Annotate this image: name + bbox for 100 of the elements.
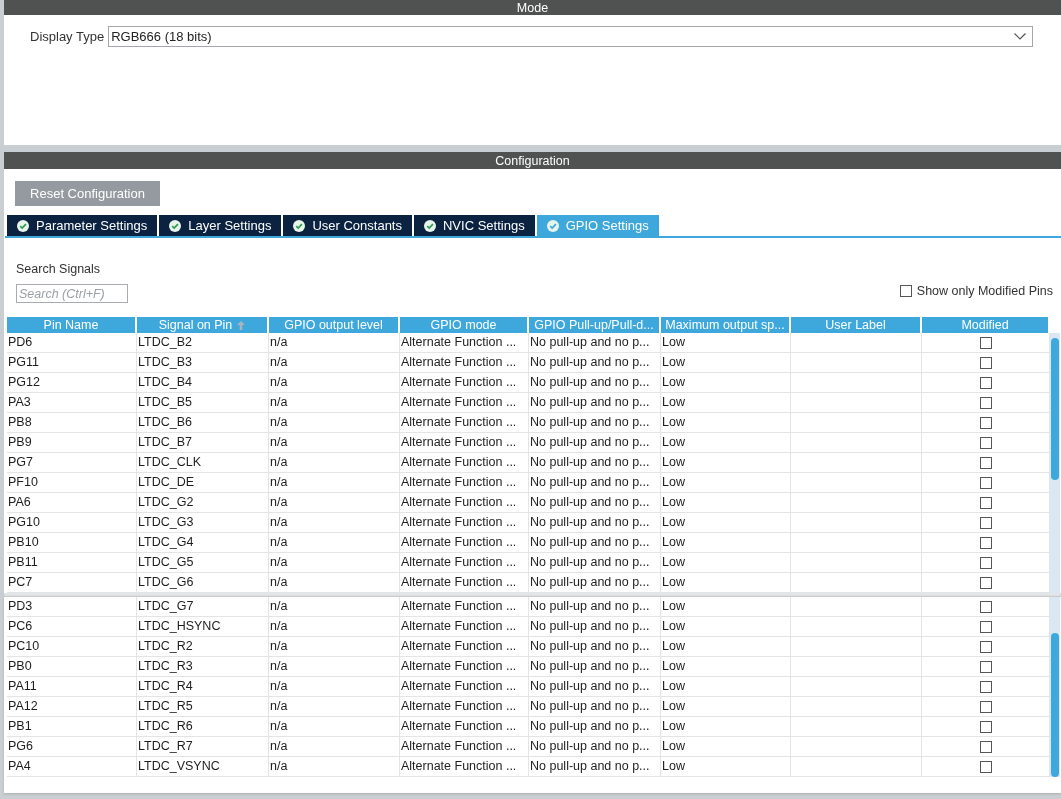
table-cell: Low bbox=[661, 617, 791, 637]
column-header[interactable]: Signal on Pin bbox=[137, 317, 269, 333]
table-cell: LTDC_B4 bbox=[137, 373, 269, 393]
checkbox[interactable] bbox=[979, 476, 992, 489]
table-cell: Low bbox=[661, 677, 791, 697]
tab[interactable]: User Constants bbox=[283, 215, 412, 236]
table-cell: n/a bbox=[269, 473, 400, 493]
table-cell: Low bbox=[661, 493, 791, 513]
checkbox[interactable] bbox=[979, 660, 992, 673]
column-header[interactable]: GPIO mode bbox=[400, 317, 529, 333]
table-cell: Low bbox=[661, 533, 791, 553]
column-header[interactable]: Maximum output sp... bbox=[661, 317, 791, 333]
table-cell: No pull-up and no p... bbox=[529, 717, 661, 737]
table-cell: n/a bbox=[269, 757, 400, 777]
table-cell: No pull-up and no p... bbox=[529, 353, 661, 373]
scrollbar-thumb[interactable] bbox=[1051, 633, 1059, 777]
table-cell: Low bbox=[661, 513, 791, 533]
table-cell: n/a bbox=[269, 433, 400, 453]
table-cell: No pull-up and no p... bbox=[529, 657, 661, 677]
table-cell: LTDC_B7 bbox=[137, 433, 269, 453]
table-cell: n/a bbox=[269, 637, 400, 657]
tab[interactable]: GPIO Settings bbox=[536, 215, 659, 236]
column-header[interactable]: GPIO output level bbox=[269, 317, 400, 333]
table-cell: n/a bbox=[269, 677, 400, 697]
checkbox[interactable] bbox=[979, 556, 992, 569]
table-cell: Low bbox=[661, 717, 791, 737]
check-circle-icon bbox=[546, 219, 559, 232]
checkbox[interactable] bbox=[979, 700, 992, 713]
table-cell: n/a bbox=[269, 333, 400, 353]
table-cell: Low bbox=[661, 433, 791, 453]
table-cell: Alternate Function ... bbox=[400, 597, 529, 617]
table-cell: Low bbox=[661, 757, 791, 777]
checkbox[interactable] bbox=[979, 740, 992, 753]
sort-arrow-icon bbox=[237, 320, 246, 330]
table-cell: PA6 bbox=[7, 493, 137, 513]
table-cell: LTDC_DE bbox=[137, 473, 269, 493]
checkbox[interactable] bbox=[979, 640, 992, 653]
table-cell: Low bbox=[661, 453, 791, 473]
table-cell: LTDC_G3 bbox=[137, 513, 269, 533]
section-header: Configuration bbox=[4, 152, 1061, 169]
scrollbar-thumb[interactable] bbox=[1051, 338, 1059, 480]
checkbox[interactable] bbox=[979, 396, 992, 409]
table-cell: No pull-up and no p... bbox=[529, 373, 661, 393]
tab[interactable]: Parameter Settings bbox=[7, 215, 158, 236]
table-cell: Alternate Function ... bbox=[400, 757, 529, 777]
column-header[interactable]: Modified bbox=[922, 317, 1050, 333]
table-cell: n/a bbox=[269, 373, 400, 393]
column-header[interactable]: GPIO Pull-up/Pull-d... bbox=[529, 317, 661, 333]
table-cell: Alternate Function ... bbox=[400, 373, 529, 393]
table-cell: LTDC_G2 bbox=[137, 493, 269, 513]
table-cell: LTDC_R7 bbox=[137, 737, 269, 757]
checkbox[interactable] bbox=[979, 356, 992, 369]
tab[interactable]: Layer Settings bbox=[159, 215, 282, 236]
table-cell: PB1 bbox=[7, 717, 137, 737]
table-cell: Alternate Function ... bbox=[400, 513, 529, 533]
table-cell: PA11 bbox=[7, 677, 137, 697]
checkbox[interactable] bbox=[979, 456, 992, 469]
dropdown[interactable]: RGB666 (18 bits) bbox=[108, 26, 1034, 47]
checkbox[interactable] bbox=[979, 436, 992, 449]
table-cell: LTDC_B5 bbox=[137, 393, 269, 413]
checkbox[interactable] bbox=[979, 536, 992, 549]
table-cell: n/a bbox=[269, 453, 400, 473]
section-header: Mode bbox=[4, 0, 1061, 15]
column-header[interactable]: Pin Name bbox=[7, 317, 137, 333]
checkbox[interactable] bbox=[979, 376, 992, 389]
column-header[interactable]: User Label bbox=[791, 317, 922, 333]
checkbox[interactable] bbox=[979, 336, 992, 349]
checkbox[interactable] bbox=[979, 760, 992, 773]
table-cell: Low bbox=[661, 393, 791, 413]
checkbox[interactable] bbox=[979, 620, 992, 633]
checkbox[interactable] bbox=[979, 496, 992, 509]
search-field[interactable]: Search (Ctrl+F) bbox=[16, 284, 128, 303]
table-cell: No pull-up and no p... bbox=[529, 697, 661, 717]
table-cell: Alternate Function ... bbox=[400, 553, 529, 573]
reset-button[interactable]: Reset Configuration bbox=[15, 181, 160, 206]
table-cell: PA12 bbox=[7, 697, 137, 717]
checkbox[interactable] bbox=[899, 285, 912, 297]
checkbox[interactable] bbox=[979, 680, 992, 693]
table-cell: LTDC_HSYNC bbox=[137, 617, 269, 637]
table-cell: LTDC_R2 bbox=[137, 637, 269, 657]
tab[interactable]: NVIC Settings bbox=[414, 215, 535, 236]
table-cell: PC10 bbox=[7, 637, 137, 657]
checkbox[interactable] bbox=[979, 600, 992, 613]
table-cell: Alternate Function ... bbox=[400, 333, 529, 353]
table-cell: LTDC_G7 bbox=[137, 597, 269, 617]
table-cell: Low bbox=[661, 657, 791, 677]
table-cell: PG11 bbox=[7, 353, 137, 373]
table-cell: Low bbox=[661, 553, 791, 573]
chevron-down-icon bbox=[1014, 33, 1027, 40]
table-cell: No pull-up and no p... bbox=[529, 393, 661, 413]
checkbox[interactable] bbox=[979, 416, 992, 429]
table-cell: PD3 bbox=[7, 597, 137, 617]
table-cell: PF10 bbox=[7, 473, 137, 493]
table-cell: Low bbox=[661, 333, 791, 353]
checkbox[interactable] bbox=[979, 576, 992, 589]
checkbox[interactable] bbox=[979, 720, 992, 733]
table-cell: Low bbox=[661, 637, 791, 657]
checkbox[interactable] bbox=[979, 516, 992, 529]
table-cell: n/a bbox=[269, 493, 400, 513]
table-cell: n/a bbox=[269, 617, 400, 637]
